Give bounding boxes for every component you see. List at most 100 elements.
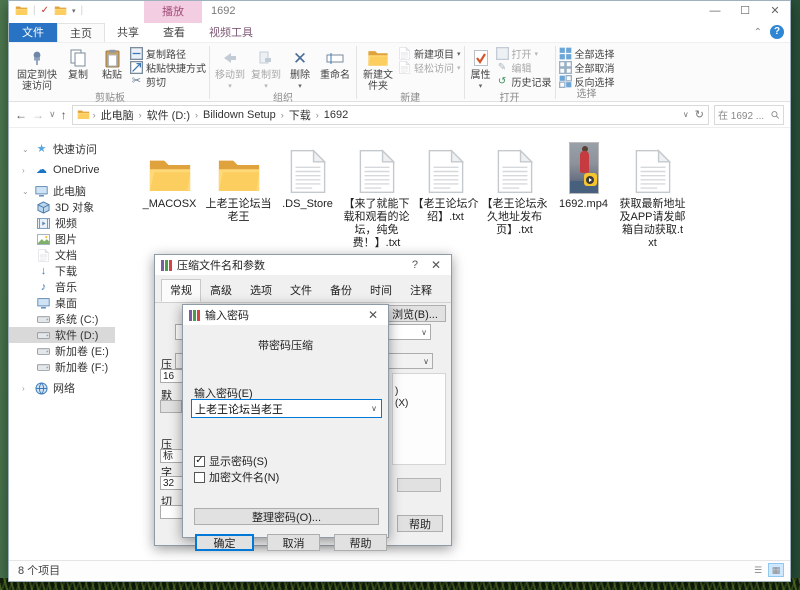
file-item[interactable]: 获取最新地址及APP请发邮箱自动获取.txt (618, 140, 687, 250)
new-folder-qat-icon[interactable] (54, 4, 67, 17)
tab-backup[interactable]: 备份 (321, 279, 361, 302)
tab-video-tools[interactable]: 视频工具 (197, 23, 265, 42)
file-item[interactable]: 【老王论坛介绍】.txt (411, 140, 480, 250)
organize-passwords-button[interactable]: 整理密码(O)... (194, 508, 379, 525)
history-button[interactable]: ↺ 历史记录 (496, 75, 552, 88)
cancel-button[interactable]: 取消 (267, 534, 320, 551)
clipped-dictionary-field[interactable]: 32 (160, 476, 183, 490)
sidebar-item-this-pc[interactable]: ⌄ 此电脑 (9, 183, 115, 199)
file-item[interactable]: 【老王论坛永久地址发布页】.txt (480, 140, 549, 250)
browse-button[interactable]: 浏览(B)... (384, 305, 446, 322)
chevron-down-icon[interactable]: ∨ (421, 328, 427, 337)
file-item[interactable]: .DS_Store (273, 140, 342, 250)
tab-general[interactable]: 常规 (161, 279, 201, 302)
crumb-1692[interactable]: 1692 (322, 109, 350, 121)
minimize-button[interactable]: — (700, 1, 730, 23)
dialog-close-icon[interactable]: ✕ (427, 258, 445, 272)
file-item[interactable]: _MACOSX (135, 140, 204, 250)
properties-qat-icon[interactable]: ✓ (41, 4, 49, 17)
sidebar-item-pictures[interactable]: 图片 (9, 231, 115, 247)
breadcrumb[interactable]: ›此电脑 ›软件 (D:) ›Bilidown Setup ›下载 ›1692 … (72, 105, 709, 125)
move-to-button[interactable]: 移动到▾ (213, 45, 247, 92)
chevron-down-icon[interactable]: ∨ (423, 357, 429, 366)
new-item-button[interactable]: 新建项目▾ (398, 47, 461, 60)
copy-path-button[interactable]: 复制路径 (130, 47, 206, 60)
collapse-ribbon-icon[interactable]: ⌃ (754, 27, 762, 38)
encrypt-filenames-checkbox[interactable]: 加密文件名(N) (194, 469, 279, 485)
tab-view[interactable]: 查看 (151, 23, 197, 42)
open-button[interactable]: 打开▾ (496, 47, 552, 60)
clipped-button[interactable] (160, 400, 182, 413)
password-help-button[interactable]: 帮助 (334, 534, 387, 551)
sidebar-item-quick-access[interactable]: ⌄ ★ 快速访问 (9, 141, 115, 157)
select-all-button[interactable]: 全部选择 (559, 47, 615, 60)
file-item[interactable]: 1692.mp4 (549, 140, 618, 250)
file-item[interactable]: 上老王论坛当老王 (204, 140, 273, 250)
paste-shortcut-button[interactable]: 粘贴快捷方式 (130, 61, 206, 74)
properties-button[interactable]: 属性▾ (468, 45, 494, 92)
pin-to-quick-access-button[interactable]: 固定到快速访问 (14, 45, 60, 92)
details-view-icon[interactable]: ☰ (750, 563, 766, 577)
archive-dialog-titlebar[interactable]: 压缩文件名和参数 ? ✕ (155, 255, 451, 275)
close-button[interactable]: ✕ (760, 1, 790, 23)
sidebar-item-downloads[interactable]: ↓ 下载 (9, 263, 115, 279)
chevron-down-icon[interactable]: ∨ (367, 404, 381, 413)
tab-home[interactable]: 主页 (57, 23, 105, 42)
sidebar-item-music[interactable]: ♪ 音乐 (9, 279, 115, 295)
edit-button[interactable]: ✎ 编辑 (496, 61, 552, 74)
sidebar-item-drive-d[interactable]: 软件 (D:) (9, 327, 115, 343)
tab-advanced[interactable]: 高级 (201, 279, 241, 302)
forward-icon[interactable]: → (32, 108, 44, 122)
show-password-checkbox[interactable]: ✓ 显示密码(S) (194, 453, 268, 469)
paste-button[interactable]: 粘贴 (96, 45, 128, 81)
file-item[interactable]: 【来了就能下载和观看的论坛，纯免费！】.txt (342, 140, 411, 250)
crumb-this-pc[interactable]: 此电脑 (99, 107, 136, 123)
maximize-button[interactable]: ☐ (730, 1, 760, 23)
expander-icon[interactable]: ⌄ (22, 187, 30, 196)
help-icon[interactable]: ? (770, 25, 784, 39)
select-none-button[interactable]: 全部取消 (559, 61, 615, 74)
sidebar-item-documents[interactable]: 文档 (9, 247, 115, 263)
rename-button[interactable]: 重命名 (317, 45, 353, 81)
dialog-help-icon[interactable]: ? (408, 259, 422, 271)
sidebar-item-drive-c[interactable]: 系统 (C:) (9, 311, 115, 327)
thumbnail-view-icon[interactable]: ▦ (768, 563, 784, 577)
delete-button[interactable]: ✕ 删除▾ (285, 45, 315, 92)
back-icon[interactable]: ← (15, 108, 27, 122)
qat-dropdown-icon[interactable]: ▾ (72, 7, 76, 15)
search-input[interactable] (718, 109, 771, 120)
crumb-drive-d[interactable]: 软件 (D:) (145, 107, 192, 123)
clipped-method-field[interactable]: 标 (160, 449, 183, 463)
invert-selection-button[interactable]: 反向选择 (559, 75, 615, 88)
ok-button[interactable]: 确定 (195, 534, 254, 551)
easy-access-button[interactable]: 轻松访问▾ (398, 61, 461, 74)
copy-button[interactable]: 复制 (62, 45, 94, 81)
tab-time[interactable]: 时间 (361, 279, 401, 302)
tab-options[interactable]: 选项 (241, 279, 281, 302)
expander-icon[interactable]: ⌄ (22, 145, 30, 154)
dialog-close-icon[interactable]: ✕ (364, 308, 382, 322)
crumb-bilidown[interactable]: Bilidown Setup (201, 109, 278, 121)
search-box[interactable] (714, 105, 784, 125)
sidebar-item-desktop[interactable]: 桌面 (9, 295, 115, 311)
expander-icon[interactable]: › (22, 166, 30, 175)
copy-to-button[interactable]: 复制到▾ (249, 45, 283, 92)
clipped-volume-field[interactable] (160, 505, 183, 519)
checkbox-checked-icon[interactable]: ✓ (194, 456, 205, 467)
refresh-icon[interactable]: ↻ (695, 108, 704, 121)
sidebar-item-onedrive[interactable]: › ☁ OneDrive (9, 162, 115, 178)
address-dropdown-icon[interactable]: ∨ (683, 110, 689, 119)
new-folder-button[interactable]: 新建文件夹 (360, 45, 396, 92)
clipped-gray-button[interactable] (397, 478, 441, 492)
file-menu[interactable]: 文件 (9, 23, 57, 42)
tab-files[interactable]: 文件 (281, 279, 321, 302)
expander-icon[interactable]: › (22, 384, 30, 393)
sidebar-item-videos[interactable]: 视频 (9, 215, 115, 231)
checkbox-unchecked-icon[interactable] (194, 472, 205, 483)
password-combo[interactable]: ∨ (191, 399, 382, 418)
up-icon[interactable]: ↑ (61, 108, 67, 122)
sidebar-item-network[interactable]: › 网络 (9, 380, 115, 396)
password-input[interactable] (192, 403, 367, 415)
sidebar-item-drive-f[interactable]: 新加卷 (F:) (9, 359, 115, 375)
sidebar-item-drive-e[interactable]: 新加卷 (E:) (9, 343, 115, 359)
